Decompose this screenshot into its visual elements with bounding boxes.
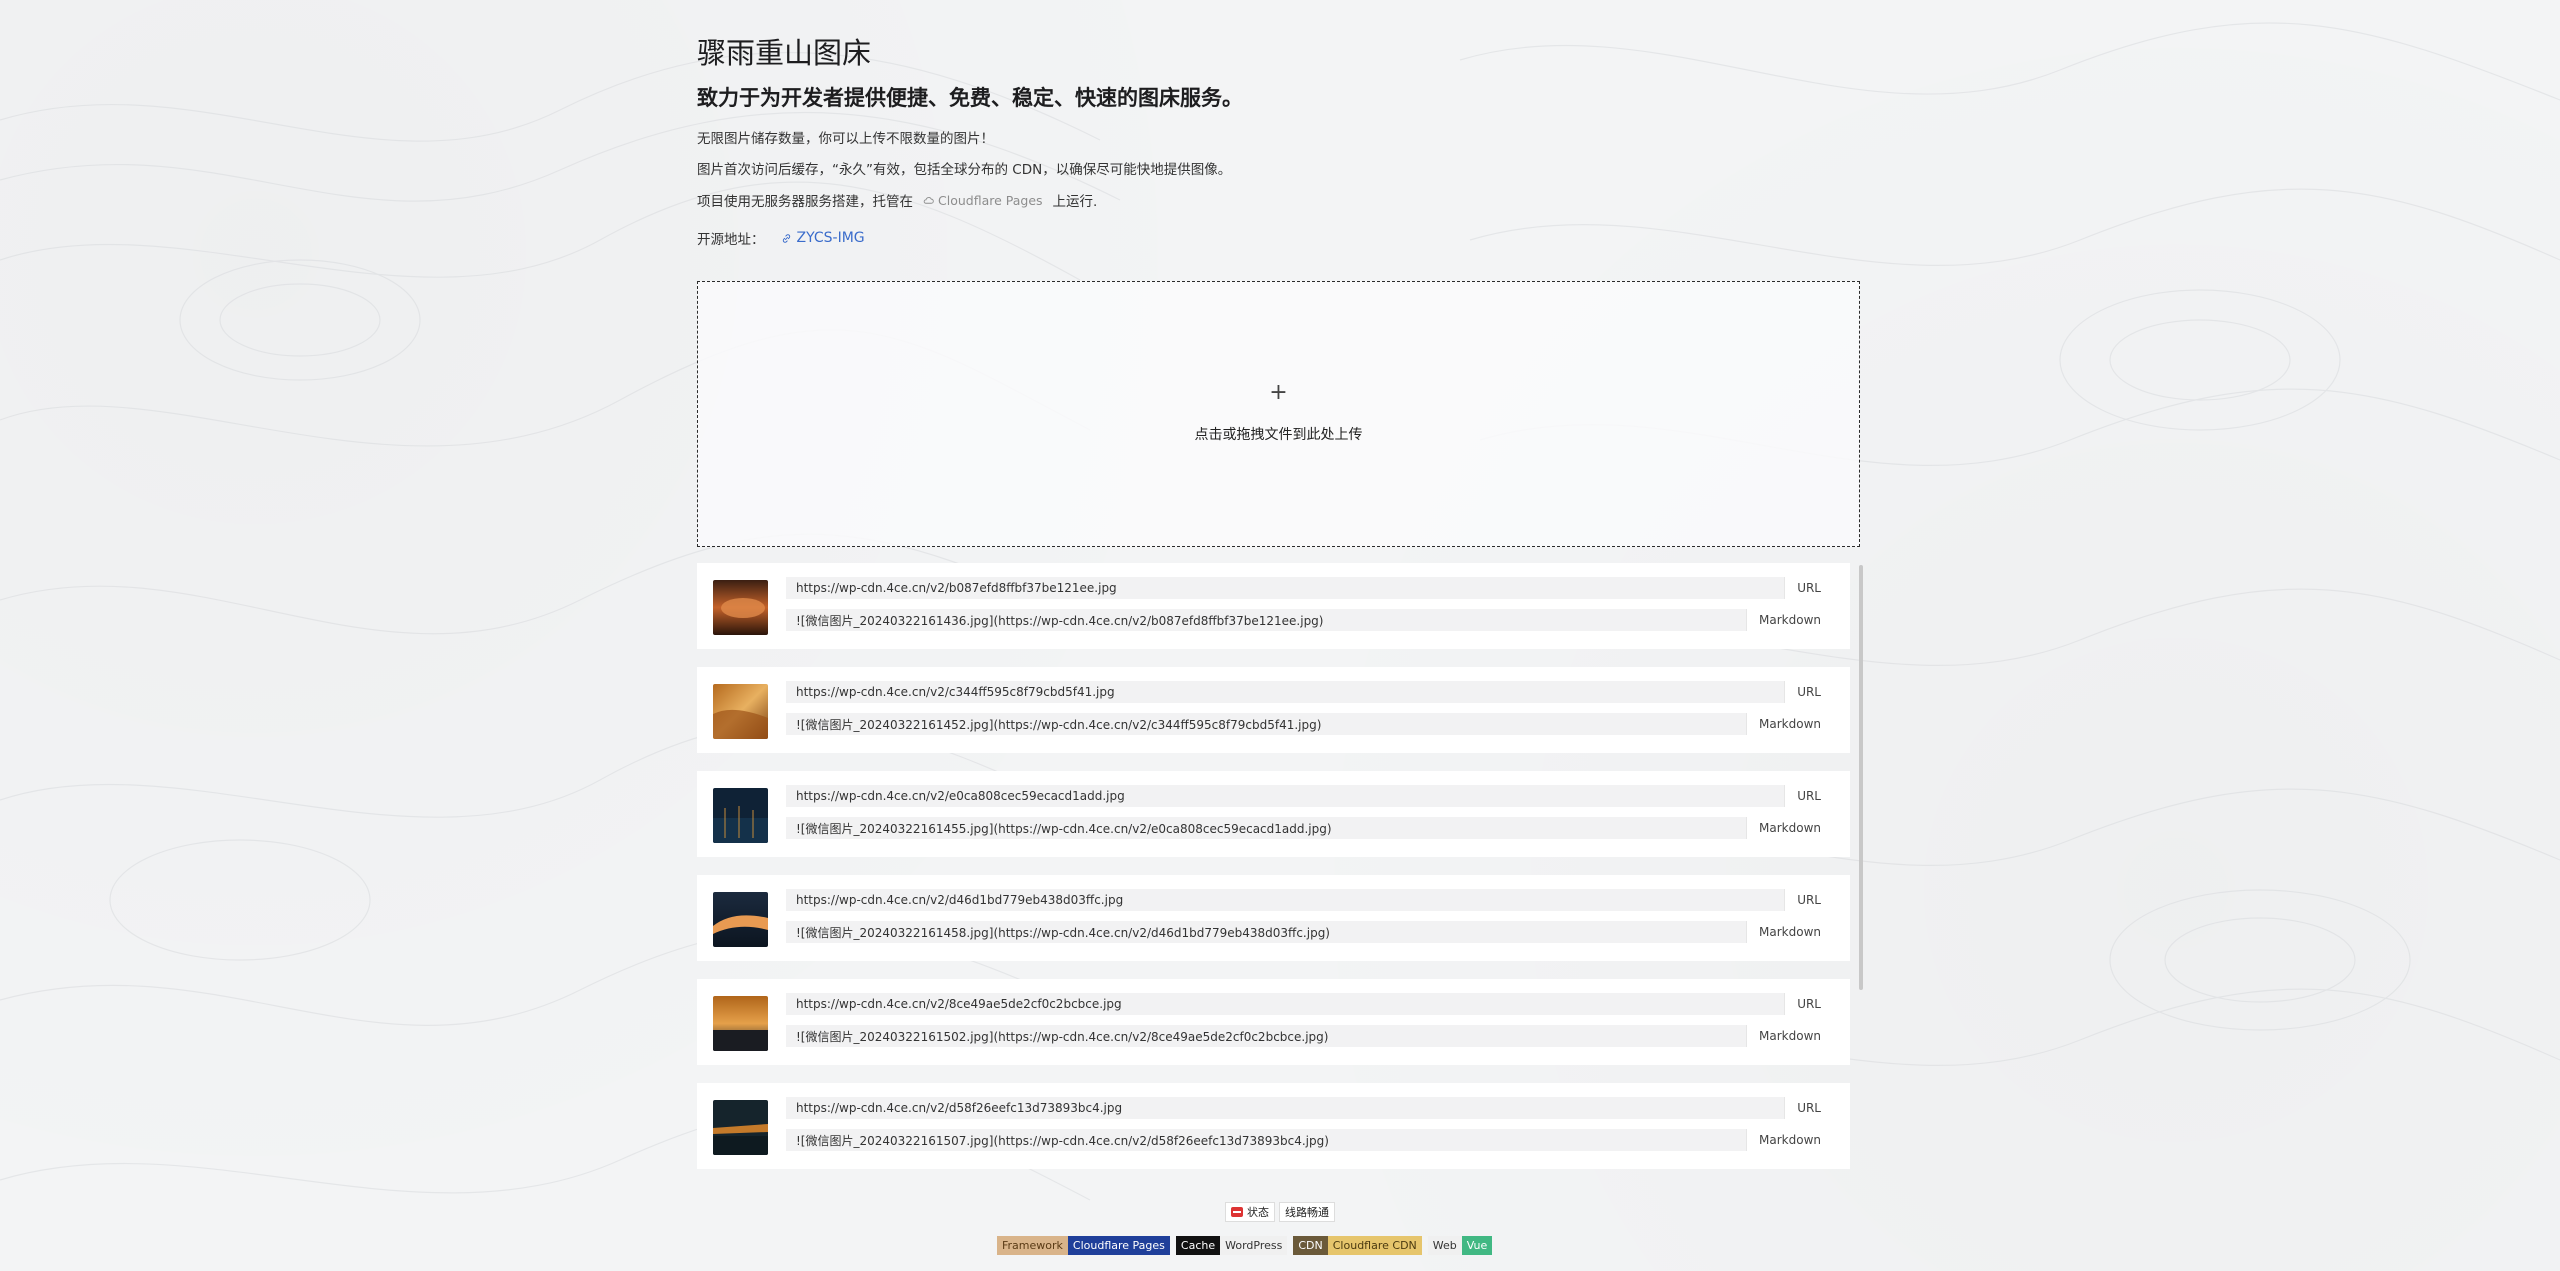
copy-markdown-button[interactable]: Markdown	[1746, 1129, 1833, 1151]
image-thumbnail	[713, 684, 768, 739]
markdown-value: ![微信图片_20240322161507.jpg](https://wp-cd…	[796, 1133, 1329, 1148]
cdn-badge-value: Cloudflare CDN	[1327, 1236, 1422, 1255]
status-icon	[1231, 1207, 1243, 1217]
web-badge-label: Web	[1427, 1236, 1462, 1255]
markdown-value: ![微信图片_20240322161455.jpg](https://wp-cd…	[796, 821, 1332, 836]
url-field[interactable]: https://wp-cdn.4ce.cn/v2/b087efd8ffbf37b…	[786, 577, 1833, 599]
list-item: https://wp-cdn.4ce.cn/v2/e0ca808cec59eca…	[697, 771, 1850, 857]
status-badge: 状态	[1225, 1202, 1275, 1222]
upload-hint: 点击或拖拽文件到此处上传	[1194, 427, 1363, 443]
description-line-3: 项目使用无服务器服务搭建，托管在 Cloudflare Pages 上运行.	[697, 190, 1097, 210]
url-value: https://wp-cdn.4ce.cn/v2/b087efd8ffbf37b…	[796, 581, 1117, 595]
url-value: https://wp-cdn.4ce.cn/v2/d46d1bd779eb438…	[796, 893, 1124, 907]
list-item: https://wp-cdn.4ce.cn/v2/d46d1bd779eb438…	[697, 875, 1850, 961]
status-row: 状态 线路畅通	[1225, 1202, 1335, 1222]
markdown-field[interactable]: ![微信图片_20240322161436.jpg](https://wp-cd…	[786, 609, 1833, 631]
description-line-2: 图片首次访问后缓存，“永久”有效，包括全球分布的 CDN，以确保尽可能快地提供图…	[697, 162, 1232, 178]
url-value: https://wp-cdn.4ce.cn/v2/d58f26eefc13d73…	[796, 1101, 1123, 1115]
cdn-badge-label: CDN	[1293, 1236, 1328, 1255]
image-thumbnail	[713, 788, 768, 843]
plus-icon: +	[1269, 380, 1288, 405]
cache-badge-value: WordPress	[1220, 1236, 1288, 1255]
cloudflare-pages-tag: Cloudflare Pages	[923, 193, 1043, 208]
url-value: https://wp-cdn.4ce.cn/v2/8ce49ae5de2cf0c…	[796, 997, 1122, 1011]
markdown-value: ![微信图片_20240322161502.jpg](https://wp-cd…	[796, 1029, 1329, 1044]
cdn-badge: CDN Cloudflare CDN	[1293, 1236, 1422, 1255]
url-value: https://wp-cdn.4ce.cn/v2/c344ff595c8f79c…	[796, 685, 1115, 699]
status-value-badge: 线路畅通	[1279, 1202, 1335, 1222]
copy-url-button[interactable]: URL	[1784, 1097, 1833, 1119]
markdown-field[interactable]: ![微信图片_20240322161507.jpg](https://wp-cd…	[786, 1129, 1833, 1151]
markdown-field[interactable]: ![微信图片_20240322161452.jpg](https://wp-cd…	[786, 713, 1833, 735]
copy-markdown-button[interactable]: Markdown	[1746, 921, 1833, 943]
web-badge-value: Vue	[1461, 1236, 1493, 1255]
image-thumbnail	[713, 996, 768, 1051]
list-item: https://wp-cdn.4ce.cn/v2/c344ff595c8f79c…	[697, 667, 1850, 753]
tech-badges: Framework Cloudflare Pages Cache WordPre…	[997, 1236, 1493, 1255]
copy-markdown-button[interactable]: Markdown	[1746, 713, 1833, 735]
cloudflare-pages-label: Cloudflare Pages	[938, 193, 1043, 208]
url-field[interactable]: https://wp-cdn.4ce.cn/v2/8ce49ae5de2cf0c…	[786, 993, 1833, 1015]
page-title: 骤雨重山图床	[697, 36, 872, 70]
status-label: 状态	[1247, 1206, 1269, 1219]
page-subtitle: 致力于为开发者提供便捷、免费、稳定、快速的图床服务。	[697, 86, 1243, 110]
markdown-value: ![微信图片_20240322161452.jpg](https://wp-cd…	[796, 717, 1322, 732]
url-field[interactable]: https://wp-cdn.4ce.cn/v2/e0ca808cec59eca…	[786, 785, 1833, 807]
source-label: 开源地址：	[697, 232, 765, 248]
list-item: https://wp-cdn.4ce.cn/v2/d58f26eefc13d73…	[697, 1083, 1850, 1169]
copy-url-button[interactable]: URL	[1784, 785, 1833, 807]
source-link[interactable]: ZYCS-IMG	[781, 230, 865, 246]
cache-badge-label: Cache	[1175, 1236, 1221, 1255]
source-row: 开源地址： ZYCS-IMG	[697, 228, 865, 248]
image-thumbnail	[713, 892, 768, 947]
cloud-icon	[923, 197, 934, 204]
markdown-value: ![微信图片_20240322161458.jpg](https://wp-cd…	[796, 925, 1330, 940]
image-thumbnail	[713, 580, 768, 635]
list-item: https://wp-cdn.4ce.cn/v2/8ce49ae5de2cf0c…	[697, 979, 1850, 1065]
framework-badge: Framework Cloudflare Pages	[997, 1236, 1170, 1255]
url-value: https://wp-cdn.4ce.cn/v2/e0ca808cec59eca…	[796, 789, 1125, 803]
markdown-field[interactable]: ![微信图片_20240322161502.jpg](https://wp-cd…	[786, 1025, 1833, 1047]
source-link-label: ZYCS-IMG	[796, 230, 865, 246]
cache-badge: Cache WordPress	[1175, 1236, 1288, 1255]
framework-badge-label: Framework	[997, 1236, 1068, 1255]
hosting-suffix: 上运行.	[1052, 194, 1098, 210]
upload-dropzone[interactable]: + 点击或拖拽文件到此处上传	[697, 281, 1860, 547]
copy-markdown-button[interactable]: Markdown	[1746, 817, 1833, 839]
markdown-field[interactable]: ![微信图片_20240322161455.jpg](https://wp-cd…	[786, 817, 1833, 839]
url-field[interactable]: https://wp-cdn.4ce.cn/v2/d58f26eefc13d73…	[786, 1097, 1833, 1119]
copy-url-button[interactable]: URL	[1784, 681, 1833, 703]
web-badge: Web Vue	[1427, 1236, 1493, 1255]
url-field[interactable]: https://wp-cdn.4ce.cn/v2/c344ff595c8f79c…	[786, 681, 1833, 703]
uploaded-list: https://wp-cdn.4ce.cn/v2/b087efd8ffbf37b…	[697, 563, 1863, 1173]
copy-url-button[interactable]: URL	[1784, 577, 1833, 599]
link-icon	[782, 233, 790, 243]
framework-badge-value: Cloudflare Pages	[1067, 1236, 1170, 1255]
copy-markdown-button[interactable]: Markdown	[1746, 1025, 1833, 1047]
image-thumbnail	[713, 1100, 768, 1155]
copy-url-button[interactable]: URL	[1784, 993, 1833, 1015]
copy-url-button[interactable]: URL	[1784, 889, 1833, 911]
description-line-1: 无限图片储存数量，你可以上传不限数量的图片！	[697, 131, 994, 147]
hosting-prefix: 项目使用无服务器服务搭建，托管在	[697, 194, 913, 210]
markdown-field[interactable]: ![微信图片_20240322161458.jpg](https://wp-cd…	[786, 921, 1833, 943]
copy-markdown-button[interactable]: Markdown	[1746, 609, 1833, 631]
list-scrollbar[interactable]	[1859, 565, 1863, 990]
url-field[interactable]: https://wp-cdn.4ce.cn/v2/d46d1bd779eb438…	[786, 889, 1833, 911]
list-item: https://wp-cdn.4ce.cn/v2/b087efd8ffbf37b…	[697, 563, 1850, 649]
markdown-value: ![微信图片_20240322161436.jpg](https://wp-cd…	[796, 613, 1324, 628]
